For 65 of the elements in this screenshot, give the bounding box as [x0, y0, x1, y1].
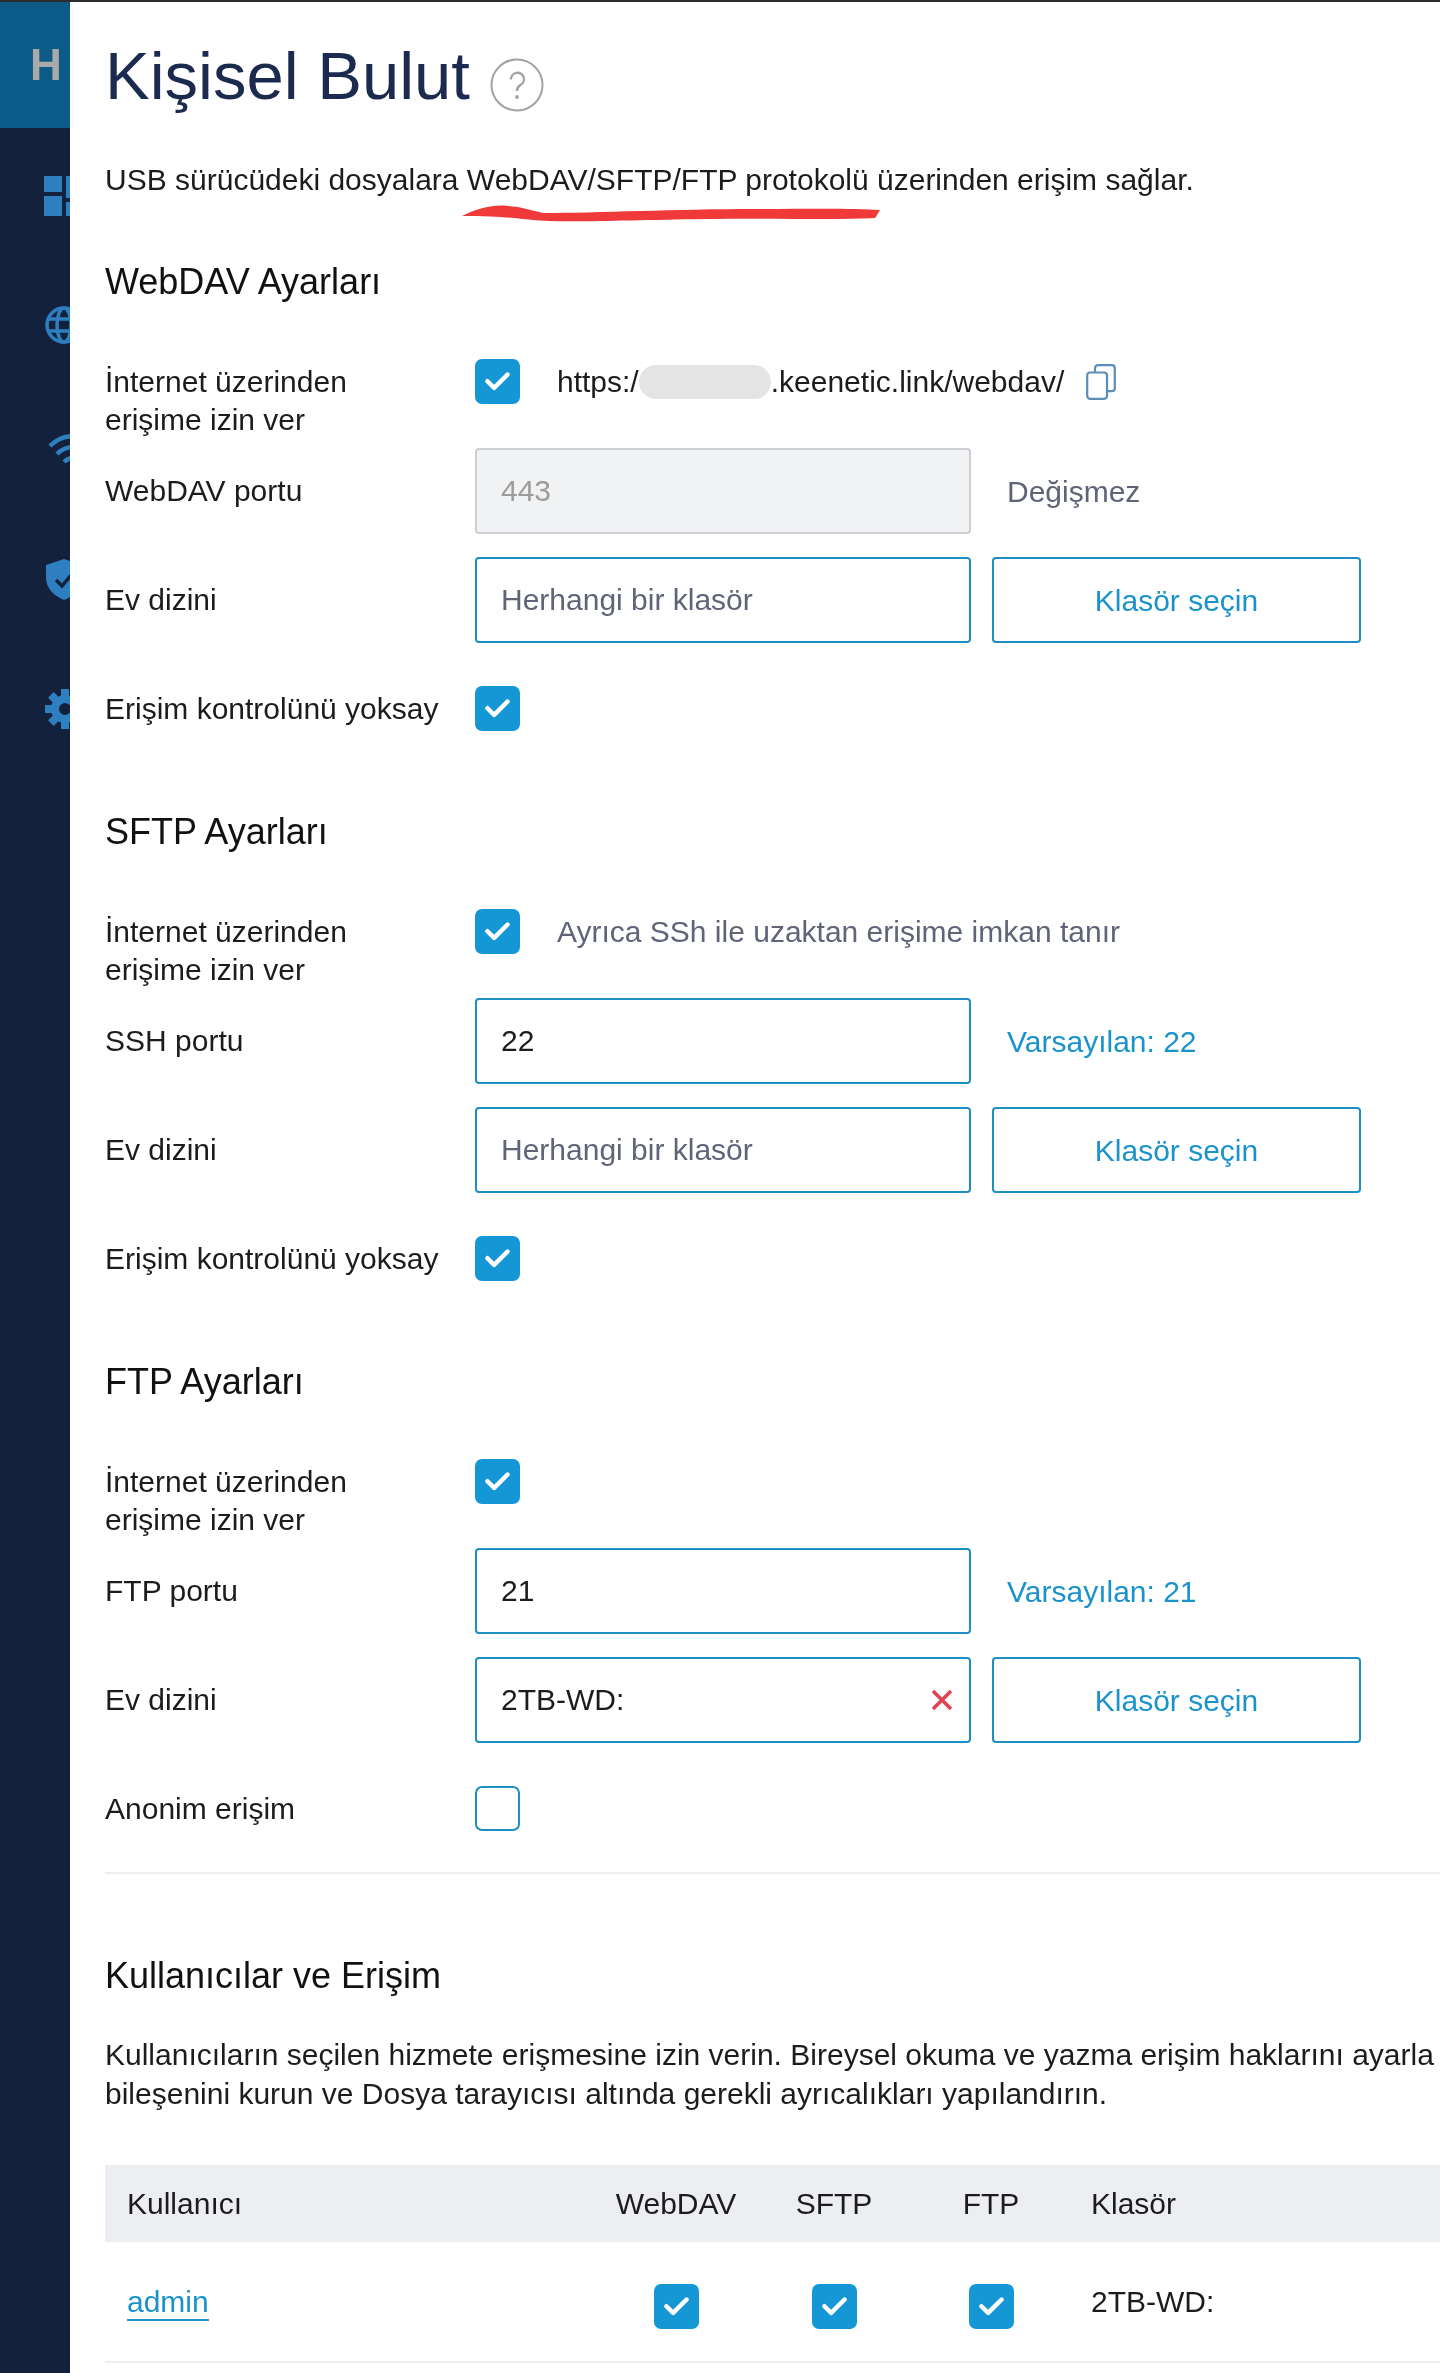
table-cell: 2TB-WD: — [1086, 2242, 1440, 2362]
copy-icon[interactable] — [1086, 363, 1117, 400]
check-icon — [485, 1472, 510, 1491]
column-header: FTP — [896, 2165, 1086, 2242]
select-folder-button[interactable]: Klasör seçin — [992, 1657, 1361, 1743]
check-icon — [821, 2297, 847, 2316]
url-text: .keenetic.link/webdav/ — [770, 364, 1065, 400]
checkbox[interactable] — [475, 359, 520, 404]
page-title: Kişisel Bulut — [105, 37, 470, 115]
check-icon — [978, 2297, 1004, 2316]
checkbox[interactable] — [475, 1786, 520, 1831]
select-folder-button[interactable]: Klasör seçin — [992, 1107, 1361, 1193]
text-input[interactable]: 22 — [475, 998, 971, 1084]
field-label: WebDAV portu — [105, 473, 304, 509]
check-icon — [485, 372, 510, 391]
field-label: Ev dizini — [105, 1132, 218, 1168]
column-header: WebDAV — [580, 2165, 772, 2242]
gear-icon[interactable] — [44, 688, 70, 730]
check-icon — [485, 1249, 510, 1268]
hint-text: Değişmez — [1006, 473, 1141, 510]
select-folder-button[interactable]: Klasör seçin — [992, 557, 1361, 643]
checkbox[interactable] — [475, 1236, 520, 1281]
text-input[interactable]: 2TB-WD: — [475, 1657, 971, 1743]
field-label: FTP portu — [105, 1573, 239, 1609]
text-input[interactable]: Herhangi bir klasör — [475, 557, 971, 643]
column-header: SFTP — [772, 2165, 896, 2242]
section-description: Kullanıcıların seçilen hizmete erişmesine izin verin. Bireysel okuma ve yazma erişim haklarını ayarla bileşenini kurun ve Dosya tarayıcısı altında gerekli ayrıcalıkları yapılandırın. — [105, 2037, 1435, 2112]
field-label: SSH portu — [105, 1023, 245, 1059]
field-label: Anonim erişim — [105, 1791, 297, 1827]
field-label: Ev dizini — [105, 1682, 218, 1718]
checkbox[interactable] — [475, 909, 520, 954]
hint-text: Varsayılan: 21 — [1006, 1573, 1197, 1610]
check-icon — [485, 922, 510, 941]
check-icon — [663, 2297, 689, 2316]
checkbox[interactable] — [653, 2284, 699, 2329]
field-label: Erişim kontrolünü yoksay — [105, 1241, 440, 1277]
url-text: https:/ — [557, 364, 639, 400]
hint-text: Varsayılan: 22 — [1006, 1023, 1197, 1060]
field-label: İnternet üzerinden erişime izin ver — [105, 914, 348, 988]
column-header: Kullanıcı — [105, 2165, 580, 2242]
field-label: Erişim kontrolünü yoksay — [105, 691, 440, 727]
help-icon[interactable] — [489, 58, 544, 112]
globe-icon[interactable] — [44, 305, 70, 345]
section-heading: WebDAV Ayarları — [105, 260, 383, 304]
dashboard-icon[interactable] — [44, 176, 70, 216]
field-note: Ayrıca SSh ile uzaktan erişime imkan tanır — [557, 914, 1120, 950]
shield-icon[interactable] — [44, 559, 70, 601]
text-input[interactable]: 21 — [475, 1548, 971, 1634]
checkbox[interactable] — [811, 2284, 857, 2329]
column-header: Klasör — [1086, 2165, 1440, 2242]
field-label: İnternet üzerinden erişime izin ver — [105, 1464, 348, 1538]
check-icon — [485, 699, 510, 718]
text-input[interactable]: Herhangi bir klasör — [475, 1107, 971, 1193]
field-label: İnternet üzerinden erişime izin ver — [105, 364, 348, 438]
checkbox[interactable] — [475, 686, 520, 731]
clear-icon[interactable] — [931, 1689, 953, 1711]
section-heading: FTP Ayarları — [105, 1360, 305, 1404]
checkbox[interactable] — [968, 2284, 1014, 2329]
page-description: USB sürücüdeki dosyalara WebDAV/SFTP/FTP protokolü üzerinden erişim sağlar. — [105, 162, 1194, 198]
logo-text: H — [30, 43, 62, 87]
section-heading: SFTP Ayarları — [105, 810, 329, 854]
checkbox[interactable] — [475, 1459, 520, 1504]
field-label: Ev dizini — [105, 582, 218, 618]
user-link[interactable]: admin — [127, 2285, 209, 2321]
section-heading: Kullanıcılar ve Erişim — [105, 1954, 443, 1998]
